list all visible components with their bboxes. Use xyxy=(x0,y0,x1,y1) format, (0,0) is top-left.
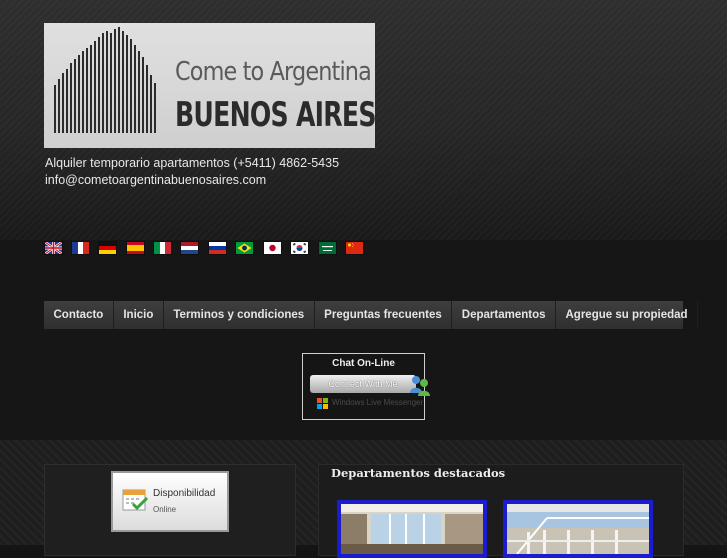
nav-agregue-propiedad[interactable]: Agregue su propiedad xyxy=(556,301,699,329)
flag-italy-icon[interactable] xyxy=(154,242,171,254)
nav-inicio[interactable]: Inicio xyxy=(114,301,164,329)
flag-france-icon[interactable] xyxy=(72,242,89,254)
featured-apartment-thumb-2[interactable] xyxy=(503,500,653,558)
nav-departamentos[interactable]: Departamentos xyxy=(452,301,556,329)
apartment-photo-2 xyxy=(507,504,649,554)
messenger-buddies-icon xyxy=(410,376,430,396)
flag-spain-icon[interactable] xyxy=(127,242,144,254)
site-logo[interactable]: Come to Argentina BUENOS AIRES xyxy=(44,23,375,148)
flag-russia-icon[interactable] xyxy=(209,242,226,254)
connect-button[interactable]: Connect With Me xyxy=(310,375,416,393)
header-contact: Alquiler temporario apartamentos (+5411)… xyxy=(45,155,339,189)
flag-brazil-icon[interactable] xyxy=(236,242,253,254)
availability-button[interactable]: Disponibilidad Online xyxy=(111,471,229,532)
apartment-photo-1 xyxy=(341,504,483,554)
tagline: Alquiler temporario apartamentos (+5411)… xyxy=(45,156,340,170)
chat-title: Chat On-Line xyxy=(332,358,395,369)
featured-title: Departamentos destacados xyxy=(331,466,506,480)
nav-preguntas[interactable]: Preguntas frecuentes xyxy=(315,301,453,329)
flag-uk-icon[interactable] xyxy=(45,242,62,254)
flag-saudi-arabia-icon[interactable] xyxy=(319,242,336,254)
nav-contacto[interactable]: Contacto xyxy=(44,301,114,329)
chat-widget: Chat On-Line Connect With Me Windows Liv… xyxy=(302,353,430,420)
flag-germany-icon[interactable] xyxy=(99,242,116,254)
windows-logo-icon xyxy=(317,398,328,409)
email-link[interactable]: info@cometoargentinabuenosaires.com xyxy=(45,172,339,189)
flag-korea-icon[interactable] xyxy=(291,242,308,254)
chat-powered-by: Windows Live Messenger xyxy=(332,398,424,407)
nav-terminos[interactable]: Terminos y condiciones xyxy=(164,301,315,329)
calendar-check-icon xyxy=(122,489,148,511)
availability-title: Disponibilidad xyxy=(153,488,216,499)
flag-japan-icon[interactable] xyxy=(264,242,281,254)
featured-apartment-thumb-1[interactable] xyxy=(337,500,487,558)
flag-china-icon[interactable] xyxy=(346,242,363,254)
main-nav: Contacto Inicio Terminos y condiciones P… xyxy=(44,301,699,329)
logo-city: BUENOS AIRES xyxy=(175,95,375,135)
flag-netherlands-icon[interactable] xyxy=(181,242,198,254)
logo-title: Come to Argentina xyxy=(175,57,372,87)
availability-subtitle: Online xyxy=(153,505,177,514)
